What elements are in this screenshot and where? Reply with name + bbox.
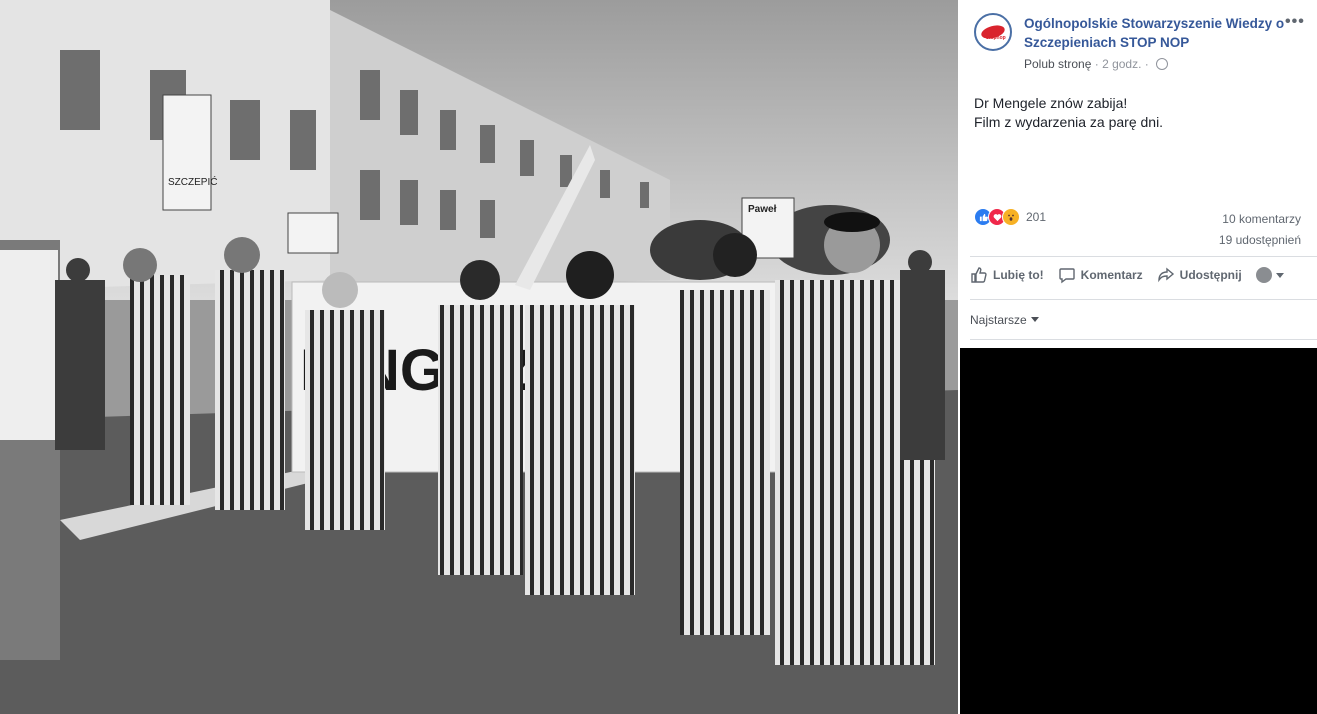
like-page-link[interactable]: Polub stronę [1024,57,1091,71]
svg-text:Paweł: Paweł [748,204,777,215]
protest-photo-illustration: D NGE ZA SZCZEPIĆ Paweł [0,0,958,714]
post-meta: Polub stronę · 2 godz. · [1024,57,1169,71]
comment-sort-dropdown[interactable]: Najstarsze [970,313,1039,327]
page-avatar[interactable]: stopnop [974,13,1012,51]
audience-selector[interactable] [1255,267,1284,283]
post-timestamp[interactable]: 2 godz. [1102,57,1141,71]
like-button[interactable]: Lubię to! [970,266,1044,284]
post-actions: Lubię to! Komentarz Udostępnij [970,266,1298,284]
post-stats: 10 komentarzy 19 udostępnień [1219,209,1301,251]
comment-bubble-icon [1058,268,1075,284]
post-sidebar: stopnop Ogólnopolskie Stowarzyszenie Wie… [958,0,1317,714]
meta-separator-2: · [1144,57,1149,71]
wow-icon [1002,208,1020,226]
page-name-link[interactable]: Ogólnopolskie Stowarzyszenie Wiedzy o Sz… [1024,14,1289,52]
stopnop-logo-icon: stopnop [981,25,1006,41]
post-text: Dr Mengele znów zabija! Film z wydarzeni… [974,94,1163,132]
thumbs-up-icon [971,267,987,283]
globe-icon [1156,58,1169,70]
caret-down-icon [1030,317,1039,322]
svg-text:SZCZEPIĆ: SZCZEPIĆ [168,175,217,188]
svg-text:stopnop: stopnop [986,35,1006,41]
share-button[interactable]: Udostępnij [1157,266,1242,284]
post-text-line-2: Film z wydarzenia za parę dni. [974,114,1164,130]
share-button-label: Udostępnij [1179,268,1242,282]
chevron-down-icon [1275,272,1284,278]
comment-button[interactable]: Komentarz [1058,266,1143,284]
meta-separator: · [1094,57,1099,71]
reaction-count: 201 [1026,210,1047,224]
comment-button-label: Komentarz [1080,268,1143,282]
shares-count-link[interactable]: 19 udostępnień [1219,230,1301,251]
divider [970,339,1317,340]
more-options-icon[interactable]: ••• [1285,13,1305,31]
post-text-line-1: Dr Mengele znów zabija! [974,95,1128,111]
black-video-area [960,348,1317,714]
post-photo[interactable]: D NGE ZA SZCZEPIĆ Paweł [0,0,958,714]
comment-sort-label: Najstarsze [970,313,1027,327]
share-arrow-icon [1157,267,1174,283]
like-button-label: Lubię to! [993,268,1044,282]
divider [970,256,1317,257]
comments-count-link[interactable]: 10 komentarzy [1219,209,1301,230]
reactions-summary[interactable]: 201 [974,208,1046,226]
user-avatar-icon [1255,267,1272,283]
divider [970,299,1317,300]
